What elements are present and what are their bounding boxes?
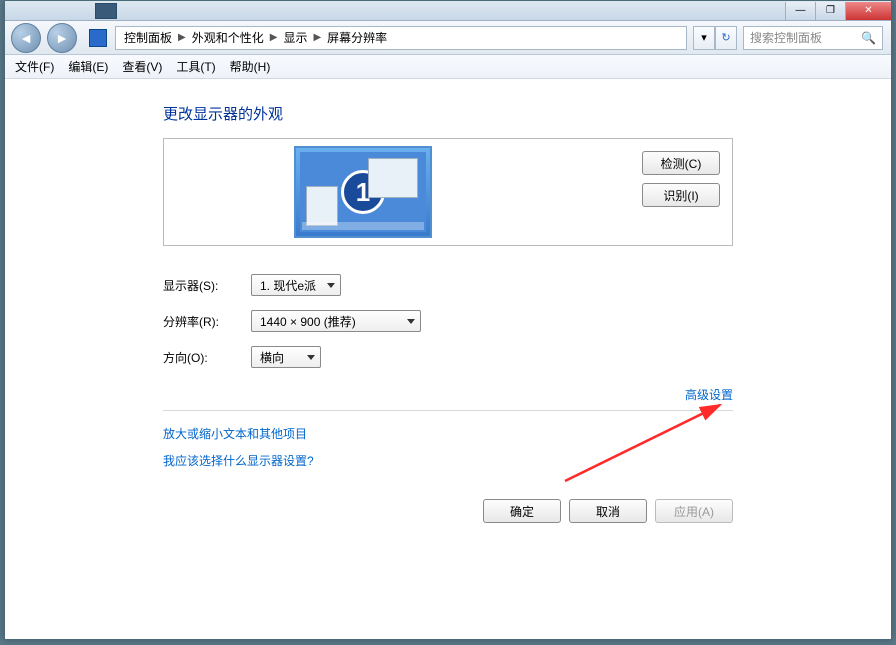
menu-tools[interactable]: 工具(T) — [176, 58, 215, 75]
detect-button[interactable]: 检测(C) — [642, 151, 720, 175]
chevron-right-icon: ▶ — [309, 32, 325, 43]
breadcrumb-item[interactable]: 显示 — [281, 29, 309, 46]
advanced-settings-link[interactable]: 高级设置 — [685, 388, 733, 402]
preview-side-buttons: 检测(C) 识别(I) — [642, 151, 720, 207]
preview-window-icon — [368, 158, 418, 198]
refresh-button[interactable]: ↻ — [715, 26, 737, 50]
titlebar: — ❐ ✕ — [5, 1, 891, 21]
cancel-button[interactable]: 取消 — [569, 499, 647, 523]
breadcrumb[interactable]: 控制面板 ▶ 外观和个性化 ▶ 显示 ▶ 屏幕分辨率 — [115, 26, 687, 50]
monitor-preview[interactable]: 1 — [294, 146, 432, 238]
monitor-desktop: 1 — [300, 152, 426, 232]
settings-form: 显示器(S): 1. 现代e派 分辨率(R): 1440 × 900 (推荐) … — [163, 274, 891, 368]
preview-window-icon — [306, 186, 338, 226]
chevron-right-icon: ▶ — [266, 32, 282, 43]
window-controls: — ❐ ✕ — [785, 2, 891, 20]
advanced-link-row: 高级设置 — [163, 386, 733, 404]
menu-view[interactable]: 查看(V) — [122, 58, 162, 75]
zoom-text-link[interactable]: 放大或缩小文本和其他项目 — [163, 425, 891, 442]
menu-edit[interactable]: 编辑(E) — [68, 58, 108, 75]
label-display: 显示器(S): — [163, 277, 251, 294]
action-row: 确定 取消 应用(A) — [5, 499, 733, 523]
breadcrumb-item[interactable]: 控制面板 — [122, 29, 174, 46]
content-area: 更改显示器的外观 1 检测(C) 识别(I) 显示器(S): 1. 现代e派 — [5, 79, 891, 523]
identify-button[interactable]: 识别(I) — [642, 183, 720, 207]
ok-button[interactable]: 确定 — [483, 499, 561, 523]
window-frame: — ❐ ✕ ◄ ► 控制面板 ▶ 外观和个性化 ▶ 显示 ▶ 屏幕分辨率 ▾ ↻… — [4, 0, 892, 640]
nav-forward-button[interactable]: ► — [47, 23, 77, 53]
breadcrumb-item[interactable]: 外观和个性化 — [190, 29, 266, 46]
menu-file[interactable]: 文件(F) — [15, 58, 54, 75]
display-dropdown[interactable]: 1. 现代e派 — [251, 274, 341, 296]
monitor-preview-box: 1 检测(C) 识别(I) — [163, 138, 733, 246]
maximize-button[interactable]: ❐ — [815, 2, 845, 20]
navbar: ◄ ► 控制面板 ▶ 外观和个性化 ▶ 显示 ▶ 屏幕分辨率 ▾ ↻ 搜索控制面… — [5, 21, 891, 55]
resolution-dropdown[interactable]: 1440 × 900 (推荐) — [251, 310, 421, 332]
preview-taskbar-icon — [302, 222, 424, 230]
taskbar-thumbs — [95, 3, 117, 19]
row-orientation: 方向(O): 横向 — [163, 346, 891, 368]
nav-back-button[interactable]: ◄ — [11, 23, 41, 53]
page-title: 更改显示器的外观 — [163, 103, 891, 124]
menu-help[interactable]: 帮助(H) — [230, 58, 271, 75]
minimize-button[interactable]: — — [785, 2, 815, 20]
help-links: 放大或缩小文本和其他项目 我应该选择什么显示器设置? — [163, 425, 891, 469]
which-settings-link[interactable]: 我应该选择什么显示器设置? — [163, 452, 891, 469]
chevron-right-icon: ▶ — [174, 32, 190, 43]
close-button[interactable]: ✕ — [845, 2, 891, 20]
search-placeholder: 搜索控制面板 — [750, 29, 822, 46]
search-input[interactable]: 搜索控制面板 🔍 — [743, 26, 883, 50]
address-buttons: ▾ ↻ — [693, 26, 737, 50]
row-display: 显示器(S): 1. 现代e派 — [163, 274, 891, 296]
menubar: 文件(F) 编辑(E) 查看(V) 工具(T) 帮助(H) — [5, 55, 891, 79]
label-resolution: 分辨率(R): — [163, 313, 251, 330]
orientation-dropdown[interactable]: 横向 — [251, 346, 321, 368]
search-icon[interactable]: 🔍 — [861, 31, 876, 45]
breadcrumb-item[interactable]: 屏幕分辨率 — [325, 29, 389, 46]
label-orientation: 方向(O): — [163, 349, 251, 366]
thumb-icon — [95, 3, 117, 19]
address-icon — [89, 29, 107, 47]
divider — [163, 410, 733, 411]
address-dropdown-button[interactable]: ▾ — [693, 26, 715, 50]
row-resolution: 分辨率(R): 1440 × 900 (推荐) — [163, 310, 891, 332]
apply-button[interactable]: 应用(A) — [655, 499, 733, 523]
